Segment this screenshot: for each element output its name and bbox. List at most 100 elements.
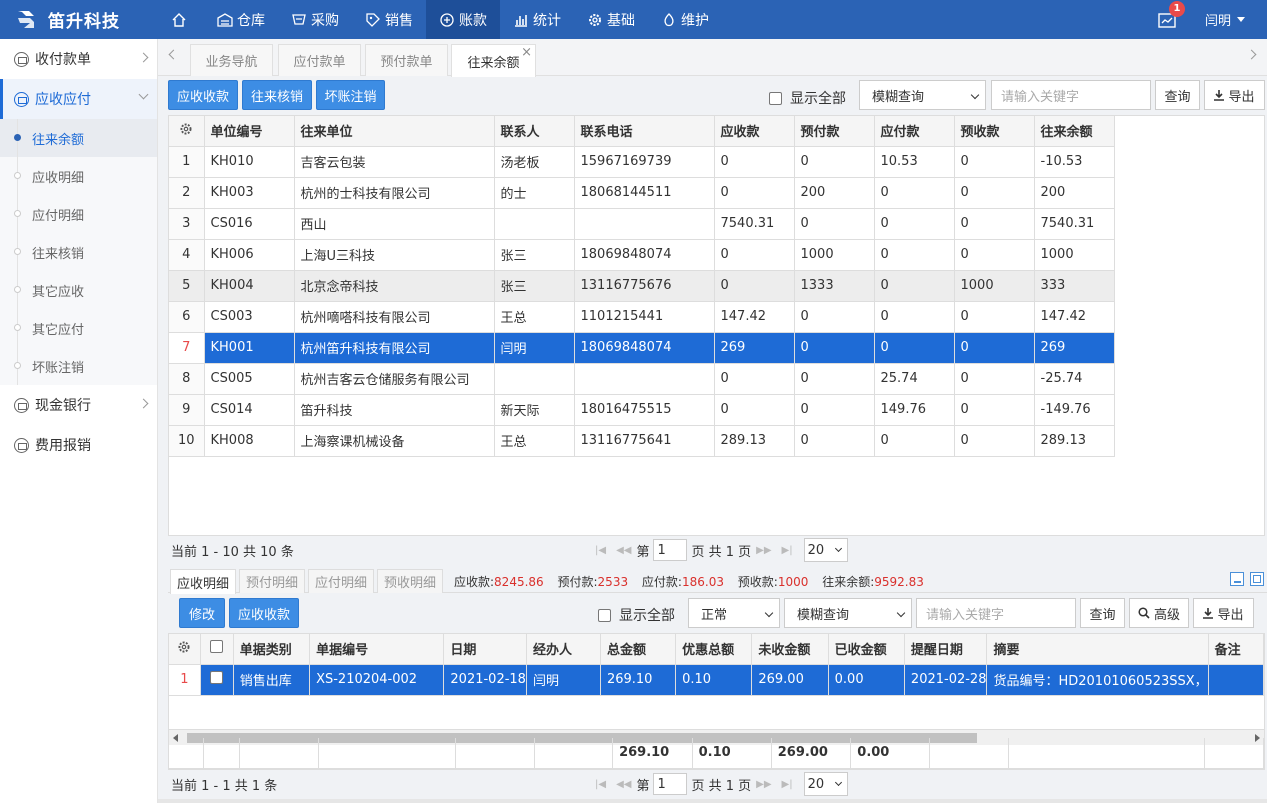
page-number-input[interactable]: 1 [653, 539, 688, 561]
sidebar-group-ar-ap[interactable]: 应收应付 [0, 79, 157, 119]
table-row[interactable]: 3 CS016 西山 7540.31 0 0 0 7540.31 [169, 208, 1115, 240]
table-row[interactable]: 1 KH010 吉客云包装 汤老板 15967169739 0 0 10.53 0 -10.53 [169, 146, 1115, 178]
nav-home[interactable] [158, 0, 204, 39]
column-header[interactable]: 单位编号 [204, 116, 295, 147]
last-page-icon[interactable]: ▶| [782, 779, 793, 790]
column-header[interactable]: 单据类别 [233, 634, 311, 665]
user-menu[interactable]: 闫明 [1205, 10, 1245, 29]
column-header[interactable]: 往来余额 [1034, 116, 1115, 147]
first-page-icon[interactable]: |◀ [595, 545, 606, 556]
table-row[interactable]: 5 KH004 北京念帝科技 张三 13116775676 0 1333 0 1000 333 [169, 270, 1115, 302]
detail-query-mode-select[interactable]: 模糊查询 [784, 598, 912, 628]
sidebar-group-cash-bank[interactable]: 现金银行 [0, 385, 157, 425]
column-header[interactable]: 优惠总额 [675, 634, 753, 665]
sidebar-item-other-receivable[interactable]: 其它应收 [0, 271, 157, 309]
query-button[interactable]: 查询 [1155, 80, 1200, 110]
subtab-advance-detail[interactable]: 预收明细 [377, 569, 443, 593]
column-header[interactable]: 已收金额 [828, 634, 905, 665]
bad-debt-button[interactable]: 坏账注销 [316, 80, 385, 110]
detail-query-button[interactable]: 查询 [1080, 598, 1125, 628]
show-all-toggle[interactable]: 显示全部 [769, 88, 846, 108]
column-header[interactable]: 往来单位 [294, 116, 495, 147]
column-header[interactable]: 未收金额 [751, 634, 829, 665]
nav-maintenance[interactable]: 维护 [648, 0, 722, 39]
nav-sales[interactable]: 销售 [352, 0, 426, 39]
next-page-icon[interactable]: ▶▶ [756, 545, 771, 556]
detail-column-settings[interactable] [169, 634, 201, 665]
nav-account[interactable]: 账款 [426, 0, 500, 39]
detail-show-all-toggle[interactable]: 显示全部 [598, 605, 675, 625]
query-mode-select[interactable]: 模糊查询 [859, 80, 986, 110]
column-header[interactable]: 提醒日期 [904, 634, 988, 665]
select-all-cell[interactable] [200, 634, 234, 665]
row-checkbox[interactable] [210, 671, 224, 684]
status-select[interactable]: 正常 [688, 598, 780, 628]
notification-button[interactable]: 1 [1157, 0, 1185, 30]
table-row[interactable]: 8 CS005 杭州吉客云仓储服务有限公司 0 0 25.74 0 -25.74 [169, 363, 1115, 395]
detail-page-number-input[interactable]: 1 [653, 773, 688, 795]
column-settings[interactable] [169, 116, 205, 147]
prev-page-icon[interactable]: ◀◀ [616, 779, 631, 790]
maximize-panel-button[interactable] [1250, 572, 1264, 586]
keyword-input[interactable]: 请输入关键字 [991, 80, 1151, 110]
column-header[interactable]: 预付款 [794, 116, 875, 147]
receive-payment-button[interactable]: 应收收款 [168, 80, 238, 110]
page-size-select[interactable]: 20 [803, 538, 848, 562]
subtab-receivable-detail[interactable]: 应收明细 [170, 569, 236, 594]
column-header[interactable]: 摘要 [986, 634, 1209, 665]
select-all-checkbox[interactable] [210, 640, 224, 654]
close-icon[interactable]: × [521, 45, 532, 60]
tab-prepaid-bill[interactable]: 预付款单 [365, 44, 448, 76]
nav-purchase[interactable]: 采购 [278, 0, 352, 39]
sidebar-item-write-off[interactable]: 往来核销 [0, 233, 157, 271]
sidebar-item-bad-debt[interactable]: 坏账注销 [0, 347, 157, 385]
sidebar-item-other-payable[interactable]: 其它应付 [0, 309, 157, 347]
nav-warehouse[interactable]: 仓库 [204, 0, 278, 39]
sidebar-item-payable-detail[interactable]: 应付明细 [0, 195, 157, 233]
column-header[interactable]: 日期 [443, 634, 527, 665]
column-header[interactable]: 单据编号 [309, 634, 445, 665]
column-header[interactable]: 总金额 [600, 634, 677, 665]
next-page-icon[interactable]: ▶▶ [756, 779, 771, 790]
tab-business-nav[interactable]: 业务导航 [190, 44, 273, 76]
collect-payment-button[interactable]: 应收收款 [229, 598, 299, 628]
export-button[interactable]: 导出 [1204, 80, 1265, 110]
column-header[interactable]: 备注 [1208, 634, 1264, 665]
minimize-panel-button[interactable] [1230, 572, 1244, 586]
write-off-button[interactable]: 往来核销 [242, 80, 312, 110]
column-header[interactable]: 联系人 [494, 116, 575, 147]
column-header[interactable]: 经办人 [526, 634, 601, 665]
row-select-cell[interactable] [200, 664, 234, 696]
nav-statistics[interactable]: 统计 [500, 0, 574, 39]
detail-page-size-select[interactable]: 20 [803, 772, 848, 796]
column-header[interactable]: 预收款 [954, 116, 1035, 147]
detail-export-button[interactable]: 导出 [1193, 598, 1254, 628]
sidebar-group-expense[interactable]: 费用报销 [0, 425, 157, 465]
table-row[interactable]: 9 CS014 笛升科技 新天际 18016475515 0 0 149.76 0 -149.76 [169, 394, 1115, 426]
subtab-prepaid-detail[interactable]: 预付明细 [239, 569, 305, 593]
column-header[interactable]: 联系电话 [574, 116, 715, 147]
table-row[interactable]: 6 CS003 杭州嘀嗒科技有限公司 王总 1101215441 147.42 0 0 0 147… [169, 301, 1115, 333]
sidebar-group-receipts[interactable]: 收付款单 [0, 39, 157, 79]
table-row[interactable]: 1 销售出库 XS-210204-002 2021-02-18 闫明 269.10 0.10… [169, 664, 1264, 696]
edit-button[interactable]: 修改 [179, 598, 225, 628]
nav-basic[interactable]: 基础 [574, 0, 648, 39]
table-row[interactable]: 7 KH001 杭州笛升科技有限公司 闫明 18069848074 269 0 0 0 269 [169, 332, 1115, 364]
column-header[interactable]: 应收款 [714, 116, 795, 147]
tab-scroll-left-icon[interactable] [168, 49, 179, 60]
brand[interactable]: 笛升科技 [0, 0, 158, 39]
show-all-checkbox[interactable] [769, 91, 782, 105]
advanced-search-button[interactable]: 高级 [1129, 598, 1189, 628]
table-row[interactable]: 4 KH006 上海U三科技 张三 18069848074 0 1000 0 0 1000 [169, 239, 1115, 271]
detail-keyword-input[interactable]: 请输入关键字 [916, 598, 1076, 628]
sidebar-item-receivable-detail[interactable]: 应收明细 [0, 157, 157, 195]
tab-payable-bill[interactable]: 应付款单 [278, 44, 361, 76]
table-row[interactable]: 2 KH003 杭州的士科技有限公司 的士 18068144511 0 200 0 0 200 [169, 177, 1115, 209]
detail-show-all-checkbox[interactable] [598, 608, 611, 622]
tab-balance[interactable]: 往来余额 × [451, 44, 536, 77]
sidebar-item-balance[interactable]: 往来余额 [0, 119, 157, 157]
first-page-icon[interactable]: |◀ [595, 779, 606, 790]
table-row[interactable]: 10 KH008 上海察课机械设备 王总 13116775641 289.13 0 0 0 289… [169, 425, 1115, 457]
last-page-icon[interactable]: ▶| [782, 545, 793, 556]
subtab-payable-detail[interactable]: 应付明细 [308, 569, 374, 593]
